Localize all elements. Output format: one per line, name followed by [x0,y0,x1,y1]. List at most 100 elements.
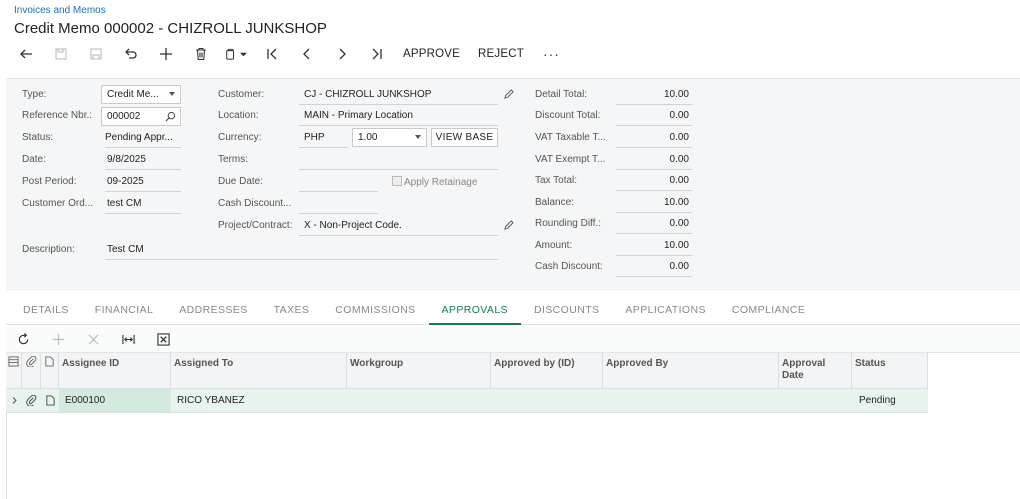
terms-label: Terms: [218,154,248,165]
undo-icon[interactable] [113,42,148,66]
previous-record-icon[interactable] [289,42,324,66]
detail-total-label: Detail Total: [535,89,588,100]
view-base-button[interactable]: VIEW BASE [431,128,498,147]
col-approved-by[interactable]: Approved By [603,353,779,388]
col-assignee-id[interactable]: Assignee ID [59,353,171,388]
edit-project-icon[interactable] [503,220,514,231]
apply-retainage-label: Apply Retainage [404,177,478,188]
reference-input[interactable]: 000002 [101,107,181,126]
tab-commissions[interactable]: COMMISSIONS [322,295,428,325]
vat-exempt-label: VAT Exempt T... [535,154,606,165]
add-icon[interactable] [148,42,183,66]
tab-approvals[interactable]: APPROVALS [428,295,521,325]
apply-retainage-checkbox[interactable] [392,176,402,186]
cell-workgroup[interactable] [347,389,491,412]
search-icon[interactable] [165,111,176,122]
more-actions-icon[interactable]: ··· [533,46,570,62]
add-row-icon[interactable] [41,326,76,353]
discount-total-label: Discount Total: [535,110,601,121]
rate-value: 1.00 [358,132,378,143]
project-input[interactable]: X - Non-Project Code. [299,216,498,236]
tab-taxes[interactable]: TAXES [261,295,323,325]
tab-addresses[interactable]: ADDRESSES [166,295,260,325]
amount-value: 10.00 [616,236,692,256]
cash-discount-date-input[interactable] [299,194,378,214]
summary-form: Type: Credit Me... Reference Nbr.: 00000… [6,78,1020,291]
cash-discount-value: 0.00 [616,257,692,277]
currency-label: Currency: [218,132,262,143]
post-period-label: Post Period: [22,176,77,187]
delete-icon[interactable] [183,42,218,66]
tab-details[interactable]: DETAILS [10,295,82,325]
grid-toolbar [6,326,1020,353]
col-approved-by-id[interactable]: Approved by (ID) [491,353,603,388]
type-select[interactable]: Credit Me... [101,85,181,104]
rounding-diff-value: 0.00 [616,214,692,234]
tab-financial[interactable]: FINANCIAL [82,295,166,325]
location-input[interactable]: MAIN - Primary Location [299,106,498,126]
copy-paste-icon[interactable] [218,42,254,66]
cash-discount-label: Cash Discount: [535,261,603,272]
edit-customer-icon[interactable] [503,89,514,100]
cell-approved-by-id[interactable] [491,389,603,412]
last-record-icon[interactable] [359,42,394,66]
save-close-icon[interactable] [43,42,78,66]
next-record-icon[interactable] [324,42,359,66]
first-record-icon[interactable] [254,42,289,66]
currency-input[interactable]: PHP [299,128,348,148]
cell-approved-by[interactable] [603,389,779,412]
due-date-label: Due Date: [218,176,264,187]
amount-label: Amount: [535,240,573,251]
note-icon[interactable] [41,389,59,412]
reject-button[interactable]: REJECT [469,42,533,66]
save-icon[interactable] [78,42,113,66]
expand-row-icon[interactable] [6,389,22,412]
row-selector-icon[interactable] [6,353,22,388]
customer-order-input[interactable]: test CM [105,194,181,214]
tax-total-label: Tax Total: [535,175,578,186]
customer-input[interactable]: CJ - CHIZROLL JUNKSHOP [299,85,498,105]
approve-button[interactable]: APPROVE [394,42,469,66]
customer-label: Customer: [218,89,265,100]
toolbar: APPROVE REJECT ··· [8,42,570,66]
tab-discounts[interactable]: DISCOUNTS [521,295,612,325]
vat-exempt-value: 0.00 [616,150,692,170]
cell-assignee-id[interactable]: E000100 [59,389,171,412]
attachment-header-icon [22,353,41,388]
vat-taxable-label: VAT Taxable T... [535,132,606,143]
description-input[interactable]: Test CM [105,240,498,260]
refresh-icon[interactable] [6,326,41,353]
breadcrumb[interactable]: Invoices and Memos [14,5,106,16]
balance-value: 10.00 [616,193,692,213]
cell-assigned-to[interactable]: RICO YBANEZ [171,389,347,412]
tab-compliance[interactable]: COMPLIANCE [719,295,818,325]
type-value: Credit Me... [107,89,159,100]
export-excel-icon[interactable] [146,326,181,353]
balance-label: Balance: [535,197,574,208]
terms-input[interactable] [299,150,498,170]
cell-approval-date[interactable] [779,389,852,412]
rate-select[interactable]: 1.00 [352,128,427,147]
back-icon[interactable] [8,42,43,66]
cash-discount-date-label: Cash Discount... [218,198,292,209]
attachment-icon[interactable] [22,389,41,412]
vat-taxable-value: 0.00 [616,128,692,148]
post-period-input[interactable]: 09-2025 [105,172,181,192]
status-value: Pending Appr... [105,128,181,148]
tab-applications[interactable]: APPLICATIONS [612,295,718,325]
fit-columns-icon[interactable] [111,326,146,353]
date-input[interactable]: 9/8/2025 [105,150,181,170]
tax-total-value: 0.00 [616,171,692,191]
delete-row-icon[interactable] [76,326,111,353]
due-date-input[interactable] [299,172,378,192]
col-assigned-to[interactable]: Assigned To [171,353,347,388]
col-status[interactable]: Status [852,353,928,388]
customer-order-label: Customer Ord... [22,198,94,209]
col-approval-date[interactable]: Approval Date [779,353,852,388]
col-workgroup[interactable]: Workgroup [347,353,491,388]
chevron-down-icon [415,135,421,139]
rounding-diff-label: Rounding Diff.: [535,218,601,229]
cell-status[interactable]: Pending [852,389,928,412]
table-row[interactable]: E000100 RICO YBANEZ Pending [6,389,928,413]
approvals-grid: Assignee ID Assigned To Workgroup Approv… [6,353,928,413]
